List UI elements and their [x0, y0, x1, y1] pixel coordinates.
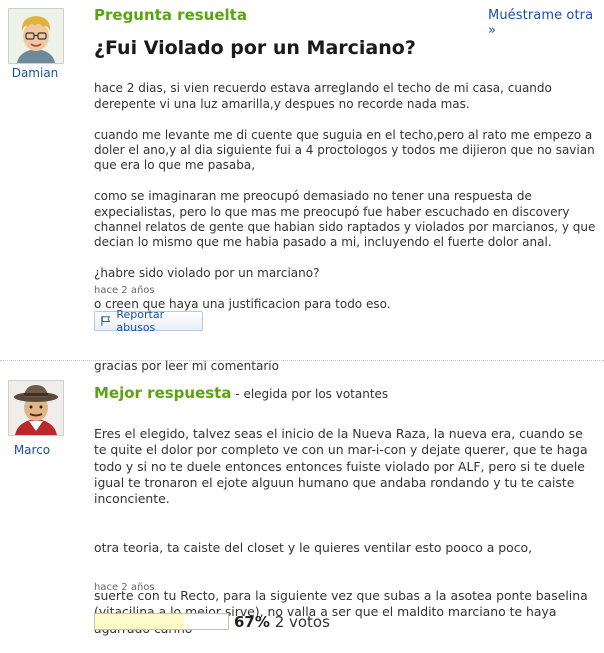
section-divider: [0, 360, 604, 361]
flag-icon: [101, 316, 111, 326]
best-answer-label: Mejor respuesta: [94, 384, 232, 402]
answerer-username[interactable]: Marco: [0, 443, 67, 457]
question-body-line: gracias por leer mi comentario: [94, 358, 279, 373]
vote-summary: 67% 2 votos: [234, 613, 330, 631]
best-answer-sub: - elegida por los votantes: [231, 387, 389, 401]
answer-paragraph: otra teoria, ta caiste del closet y le q…: [94, 539, 533, 555]
report-abuse-label: Reportar abusos: [116, 308, 165, 334]
cartoon-avatar-cowboy-hat-icon: [9, 381, 63, 435]
vote-percent: 67%: [234, 613, 270, 631]
question-body-line: hace 2 dias, si vien recuerdo estava arr…: [94, 81, 552, 111]
question-body-line: como se imaginaran me preocupó demasiado…: [94, 189, 596, 250]
asker-username[interactable]: Damian: [0, 66, 70, 80]
question-timestamp: hace 2 años: [94, 285, 155, 296]
resolved-question-heading: Pregunta resuelta: [94, 6, 247, 24]
cartoon-avatar-blonde-glasses-icon: [9, 9, 63, 63]
show-another-link[interactable]: Muéstrame otra »: [488, 8, 604, 38]
asker-avatar[interactable]: [8, 8, 64, 64]
report-abuse-button[interactable]: Reportar abusos: [94, 308, 203, 334]
answer-timestamp: hace 2 años: [94, 582, 155, 593]
vote-progress-fill: [95, 614, 185, 629]
answer-paragraph: Eres el elegido, talvez seas el inicio d…: [94, 426, 588, 507]
answerer-avatar[interactable]: [8, 380, 64, 436]
best-answer-heading: Mejor respuesta - elegida por los votant…: [94, 384, 388, 402]
question-title: ¿Fui Violado por un Marciano?: [94, 37, 416, 59]
question-body-line: cuando me levante me di cuente que sugui…: [94, 127, 595, 173]
vote-count: 2 votos: [274, 613, 330, 631]
question-body: hace 2 dias, si vien recuerdo estava arr…: [94, 66, 599, 390]
vote-progress-bar: [94, 613, 229, 630]
question-body-line: ¿habre sido violado por un marciano?: [94, 266, 320, 281]
